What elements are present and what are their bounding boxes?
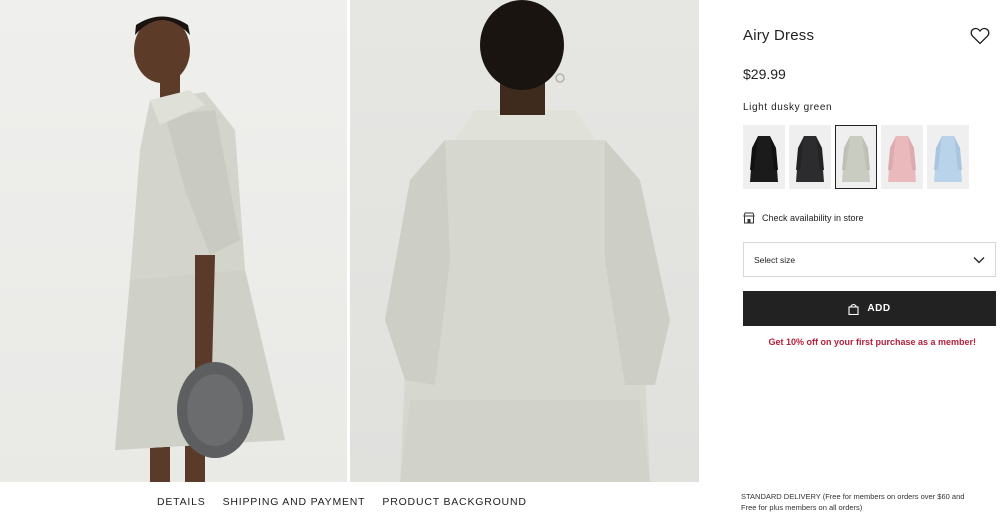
favorite-button[interactable] [970,27,990,45]
delivery-info: STANDARD DELIVERY (Free for members on o… [741,491,991,513]
dress-thumbnail-black [750,136,778,182]
swatch-dark-grey[interactable] [789,125,831,189]
store-icon [743,212,755,224]
product-price: $29.99 [743,66,786,82]
tab-product-background[interactable]: PRODUCT BACKGROUND [382,496,526,508]
add-to-bag-button[interactable]: ADD [743,291,996,326]
product-info-panel: Airy Dress $29.99 Light dusky green Chec… [700,0,1000,482]
dress-thumbnail-light-pink [888,136,916,182]
selected-color-name: Light dusky green [743,102,833,113]
dress-thumbnail-dark-grey [796,136,824,182]
chevron-down-icon [973,256,985,263]
tab-details[interactable]: DETAILS [157,496,206,508]
product-tabs: DETAILS SHIPPING AND PAYMENT PRODUCT BAC… [157,496,527,508]
swatch-light-pink[interactable] [881,125,923,189]
product-image-side[interactable] [0,0,347,482]
dress-thumbnail-light-dusky-green [842,136,870,182]
swatch-black[interactable] [743,125,785,189]
bag-icon [848,303,859,315]
add-button-label: ADD [867,303,891,314]
model-side-illustration [115,16,285,482]
delivery-line-1: STANDARD DELIVERY (Free for members on o… [741,492,965,501]
swatch-light-dusky-green[interactable] [835,125,877,189]
member-promo-text: Get 10% off on your first purchase as a … [768,337,976,347]
check-availability-link[interactable]: Check availability in store [743,212,864,224]
tab-shipping-and-payment[interactable]: SHIPPING AND PAYMENT [223,496,366,508]
product-tabs-bar: DETAILS SHIPPING AND PAYMENT PRODUCT BAC… [0,482,1000,514]
swatch-light-blue[interactable] [927,125,969,189]
size-select-placeholder: Select size [754,254,796,265]
size-select[interactable]: Select size [743,242,996,277]
product-title: Airy Dress [743,27,815,44]
heart-icon [970,27,990,45]
model-back-illustration [385,0,670,482]
product-image-back[interactable] [350,0,699,482]
dress-thumbnail-light-blue [934,136,962,182]
delivery-line-2: Free for plus members on all orders) [741,503,863,512]
color-swatches [743,125,969,189]
check-availability-label: Check availability in store [762,213,864,223]
